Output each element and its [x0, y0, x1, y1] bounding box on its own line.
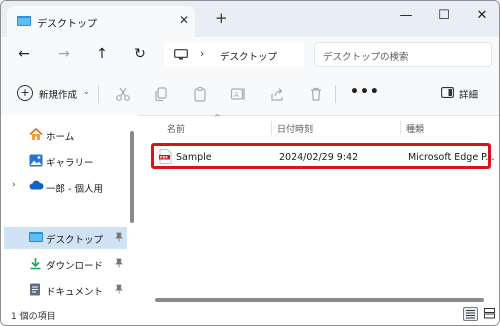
nav-item-desktop[interactable]: デスクトップ — [4, 227, 127, 249]
pin-icon — [115, 284, 123, 296]
sort-ascending-icon: ^ — [214, 113, 221, 122]
item-count: 1 個の項目 — [11, 312, 56, 322]
breadcrumb-chevron-icon[interactable]: › — [200, 47, 204, 60]
new-item-label: 新規作成 — [39, 90, 78, 101]
cut-icon[interactable] — [115, 86, 131, 102]
home-icon — [29, 127, 43, 144]
delete-icon[interactable] — [308, 86, 324, 102]
chevron-down-icon: ⌄ — [83, 87, 90, 96]
refresh-button[interactable]: ↻ — [132, 46, 148, 62]
desktop-folder-icon — [17, 15, 31, 30]
file-list-horizontal-scrollbar[interactable] — [155, 298, 484, 302]
address-field[interactable]: › デスクトップ — [164, 42, 304, 67]
forward-button[interactable]: → — [56, 46, 72, 62]
pc-monitor-icon — [174, 49, 188, 63]
tab-close-icon[interactable]: ✕ — [179, 13, 189, 27]
plus-circle-icon: + — [17, 85, 33, 101]
paste-icon[interactable] — [192, 86, 208, 102]
navigation-pane: ホーム ギャラリー › 一郎 - 個人用 デスクトップ ダウンロード ドキュメン… — [1, 115, 137, 301]
nav-item-gallery[interactable]: ギャラリー — [1, 150, 129, 172]
details-pane-icon — [441, 87, 454, 101]
rename-icon[interactable]: A — [230, 86, 246, 102]
nav-item-label: ギャラリー — [46, 158, 94, 169]
status-bar: 1 個の項目 — [1, 303, 499, 325]
maximize-button[interactable]: ☐ — [436, 8, 452, 24]
toolbar-divider — [335, 85, 336, 103]
file-name: Sample — [176, 152, 212, 163]
file-list-view: 名前 ^ 日付時刻 種類 PDF Sample 2024/02/29 9:42 … — [138, 113, 499, 301]
gallery-icon — [29, 154, 43, 170]
file-explorer-window: デスクトップ ✕ + — ☐ ✕ ← → ↑ ↻ › デスクトップ デスクトップ… — [0, 0, 500, 326]
download-icon — [29, 257, 42, 273]
details-label: 詳細 — [459, 90, 479, 101]
pdf-icon: PDF — [159, 149, 172, 167]
more-options-icon[interactable]: ••• — [350, 84, 380, 100]
file-row-sample[interactable]: PDF Sample 2024/02/29 9:42 Microsoft Edg… — [151, 143, 495, 169]
address-bar-row: ← → ↑ ↻ › デスクトップ デスクトップの検索 — [1, 37, 499, 73]
tiles-view-button[interactable] — [482, 307, 497, 321]
up-button[interactable]: ↑ — [94, 46, 110, 62]
onedrive-cloud-icon — [29, 180, 44, 193]
back-button[interactable]: ← — [16, 46, 32, 62]
desktop-folder-icon — [29, 231, 43, 246]
title-bar: デスクトップ ✕ + — ☐ ✕ — [1, 1, 499, 37]
svg-text:A: A — [234, 91, 239, 99]
search-input[interactable]: デスクトップの検索 — [314, 42, 492, 67]
pin-icon — [115, 258, 123, 270]
nav-item-label: ドキュメント — [46, 287, 104, 298]
document-icon — [29, 283, 41, 299]
column-divider[interactable] — [400, 121, 401, 135]
details-view-button[interactable] — [463, 307, 478, 321]
expand-chevron-icon[interactable]: › — [12, 180, 16, 190]
nav-item-label: 一郎 - 個人用 — [46, 184, 103, 195]
file-modified: 2024/02/29 9:42 — [279, 152, 359, 163]
tab-desktop[interactable]: デスクトップ ✕ — [7, 6, 195, 37]
close-window-button[interactable]: ✕ — [474, 8, 490, 24]
column-header-type[interactable]: 種類 — [406, 122, 424, 135]
search-placeholder: デスクトップの検索 — [323, 52, 409, 63]
toolbar-divider — [98, 85, 99, 103]
column-divider[interactable] — [271, 121, 272, 135]
nav-pane-scrollbar[interactable] — [130, 131, 134, 223]
column-header-name[interactable]: 名前 — [167, 122, 185, 135]
nav-item-label: ダウンロード — [46, 261, 104, 272]
details-pane-button[interactable]: 詳細 — [441, 87, 478, 101]
command-toolbar: + 新規作成 ⌄ A ••• 詳細 — [1, 73, 499, 116]
new-tab-button[interactable]: + — [215, 11, 228, 26]
minimize-button[interactable]: — — [398, 8, 414, 24]
nav-item-documents[interactable]: ドキュメント — [1, 279, 129, 301]
copy-icon[interactable] — [153, 86, 169, 102]
pin-icon — [115, 232, 123, 244]
file-type: Microsoft Edge P... — [408, 152, 495, 163]
nav-item-label: ホーム — [46, 132, 75, 143]
tab-title: デスクトップ — [37, 19, 97, 30]
share-icon[interactable] — [269, 86, 285, 102]
nav-item-home[interactable]: ホーム — [1, 124, 129, 146]
column-header-modified[interactable]: 日付時刻 — [277, 122, 313, 135]
breadcrumb-location[interactable]: デスクトップ — [220, 49, 277, 63]
nav-item-onedrive-personal[interactable]: › 一郎 - 個人用 — [1, 176, 129, 198]
nav-item-downloads[interactable]: ダウンロード — [1, 253, 129, 275]
nav-item-label: デスクトップ — [46, 235, 104, 246]
svg-text:PDF: PDF — [160, 156, 169, 160]
